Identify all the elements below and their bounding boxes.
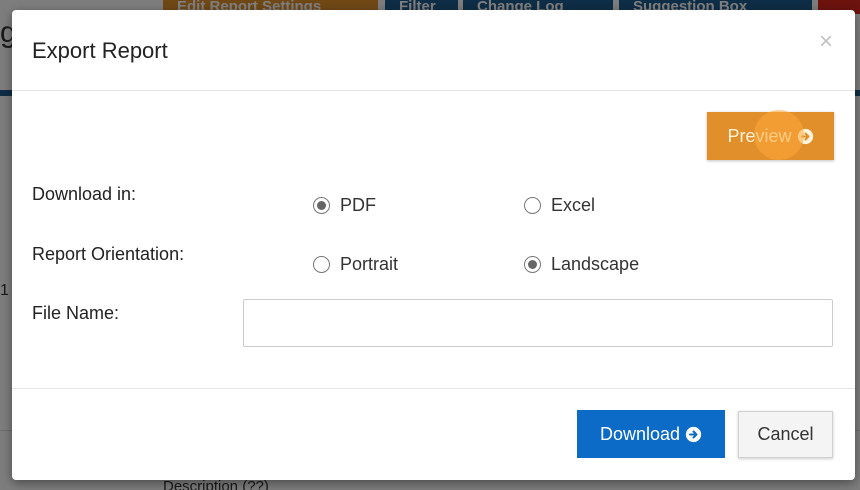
cancel-button[interactable]: Cancel <box>738 411 833 458</box>
modal-title: Export Report <box>32 38 168 63</box>
download-button-label: Download <box>599 423 681 444</box>
arrow-circle-right-icon <box>685 426 702 442</box>
export-report-modal: Export Report × Preview Download in: PDF… <box>12 10 855 480</box>
radio-pdf-label: PDF <box>340 195 376 215</box>
radio-portrait-circle[interactable] <box>313 256 330 273</box>
report-orientation-label: Report Orientation: <box>32 244 185 264</box>
modal-footer <box>12 388 855 480</box>
radio-landscape-label: Landscape <box>551 254 640 274</box>
radio-pdf-circle[interactable] <box>313 197 330 214</box>
radio-portrait-label: Portrait <box>340 254 399 274</box>
close-icon[interactable]: × <box>819 30 833 54</box>
radio-excel-circle[interactable] <box>524 197 541 214</box>
preview-button[interactable]: Preview <box>707 112 834 160</box>
radio-pdf[interactable]: PDF <box>313 195 376 216</box>
arrow-circle-right-icon <box>797 128 813 144</box>
radio-excel-label: Excel <box>551 195 596 215</box>
preview-button-label: Preview <box>727 125 792 146</box>
modal-header: Export Report × <box>12 10 855 91</box>
radio-landscape-circle[interactable] <box>524 256 541 273</box>
file-name-label: File Name: <box>32 303 120 323</box>
download-in-label: Download in: <box>32 184 137 204</box>
download-button[interactable]: Download <box>577 410 725 458</box>
file-name-input[interactable] <box>243 299 833 347</box>
radio-portrait[interactable]: Portrait <box>313 254 398 275</box>
radio-landscape[interactable]: Landscape <box>524 254 639 275</box>
radio-excel[interactable]: Excel <box>524 195 595 216</box>
